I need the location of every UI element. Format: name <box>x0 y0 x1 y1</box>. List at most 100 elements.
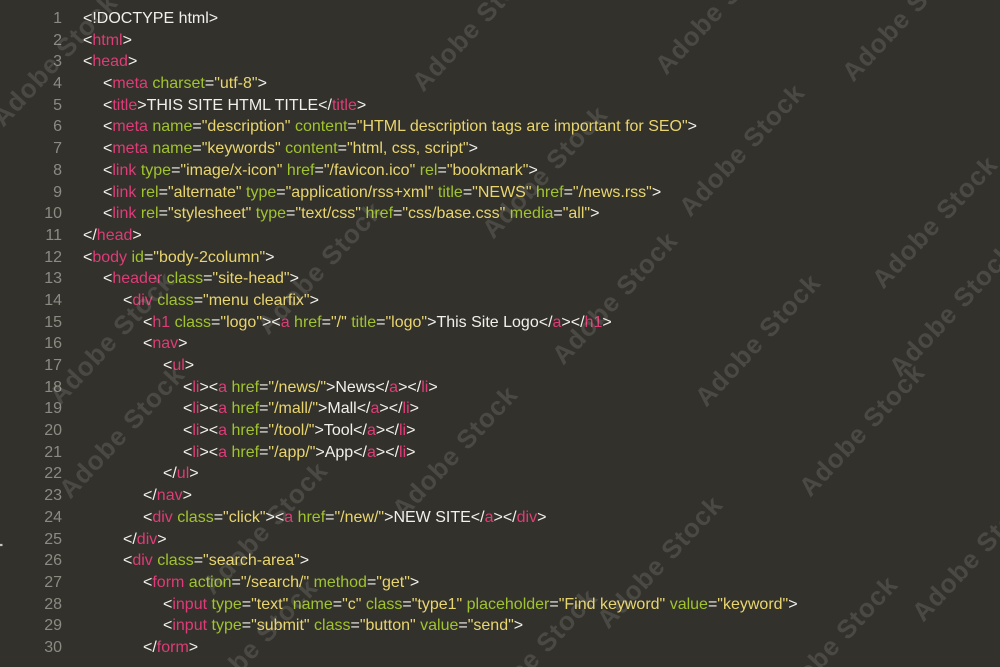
token-plain: = <box>393 205 403 223</box>
code-text: <link rel="alternate" type="application/… <box>62 182 661 204</box>
code-text: <li><a href="/app/">App</a></li> <box>62 442 415 464</box>
line-number: 30 <box>44 638 62 656</box>
token-plain: > <box>409 573 420 591</box>
token-value: "search-area" <box>203 552 300 570</box>
token-value: "alternate" <box>167 183 242 201</box>
code-line: 3 <head> <box>0 51 798 73</box>
code-text: </ul> <box>62 463 199 485</box>
token-plain: > <box>406 422 416 440</box>
code-text: <link rel="stylesheet" type="text/css" h… <box>62 203 599 225</box>
token-plain: > <box>409 400 419 418</box>
code-text: <link type="image/x-icon" href="/favicon… <box>62 160 538 182</box>
token-tag: head <box>92 53 128 71</box>
token-value: "get" <box>376 573 410 591</box>
code-text: <form action="/search/" method="get"> <box>62 572 419 594</box>
code-text: <h1 class="logo"><a href="/" title="logo… <box>62 312 612 334</box>
token-plain: = <box>193 552 204 570</box>
token-value: "c" <box>342 595 362 613</box>
token-tag: a <box>218 422 228 440</box>
token-plain: > <box>528 161 538 179</box>
token-plain: > <box>157 530 167 548</box>
token-plain: > <box>127 53 138 71</box>
token-plain: ></ <box>561 313 585 331</box>
code-line: 21 <li><a href="/app/">App</a></li> <box>0 442 798 464</box>
line-number: 19 <box>44 400 62 418</box>
token-attr: href <box>294 313 322 331</box>
line-number: 10 <box>44 205 62 223</box>
token-attr: rel <box>140 183 159 201</box>
token-plain: </ <box>143 487 157 505</box>
token-plain: < <box>183 400 193 418</box>
token-plain: < <box>83 248 93 266</box>
token-tag: meta <box>112 118 148 136</box>
token-plain: > <box>468 140 478 158</box>
token-attr: value <box>669 595 708 613</box>
token-tag: title <box>112 96 138 114</box>
token-tag: body <box>92 248 128 266</box>
token-value: "/search/" <box>240 573 310 591</box>
code-text: <div class="menu clearfix"> <box>62 290 319 312</box>
line-number: 26 <box>44 552 62 570</box>
token-value: "css/base.css" <box>402 205 506 223</box>
token-value: "/tool/" <box>268 422 315 440</box>
token-plain: = <box>158 183 168 201</box>
token-plain: > <box>188 638 199 656</box>
token-value: "logo" <box>385 313 428 331</box>
code-text: </div> <box>62 529 167 551</box>
token-attr: name <box>292 595 333 613</box>
token-tag: a <box>218 400 228 418</box>
token-attr: content <box>294 118 348 136</box>
token-attr: title <box>437 183 463 201</box>
token-attr: type <box>255 205 287 223</box>
token-plain: < <box>183 443 193 461</box>
token-plain: < <box>103 75 113 93</box>
line-number: 3 <box>53 53 62 71</box>
token-tag: a <box>218 378 228 396</box>
token-plain: > <box>537 508 547 526</box>
token-value: "/favicon.ico" <box>323 161 416 179</box>
token-plain: ></ <box>379 400 403 418</box>
token-plain: > <box>299 552 310 570</box>
token-plain: = <box>553 205 563 223</box>
token-tag: form <box>156 638 189 656</box>
token-plain: = <box>193 291 204 309</box>
token-plain: </ <box>83 226 97 244</box>
code-line: 15 <h1 class="logo"><a href="/" title="lo… <box>0 312 798 334</box>
token-attr: href <box>365 205 394 223</box>
code-text: <li><a href="/tool/">Tool</a></li> <box>62 420 415 442</box>
token-tag: html <box>92 31 123 49</box>
token-attr: action <box>188 573 232 591</box>
token-plain: >This Site Logo</ <box>427 313 553 331</box>
token-value: "Find keyword" <box>558 595 666 613</box>
token-tag: div <box>152 508 173 526</box>
token-plain: >News</ <box>326 378 390 396</box>
watermark-tile: Adobe Stock <box>835 0 974 88</box>
token-plain: < <box>163 595 173 613</box>
token-plain: < <box>83 31 93 49</box>
code-area[interactable]: 1 <!DOCTYPE html> 2 <html> 3 <head> 4 <meta cha… <box>0 8 798 659</box>
token-tag: div <box>132 291 153 309</box>
code-line: 29 <input type="submit" class="button" va… <box>0 615 798 637</box>
token-attr: type <box>246 183 277 201</box>
token-plain: < <box>103 205 113 223</box>
token-plain: > <box>651 183 662 201</box>
token-attr: media <box>509 205 554 223</box>
token-plain: = <box>241 617 252 635</box>
code-text: <li><a href="/news/">News</a></li> <box>62 377 438 399</box>
token-tag: a <box>366 443 376 461</box>
token-plain: >< <box>265 508 285 526</box>
token-tag: title <box>331 96 357 114</box>
token-plain: = <box>347 118 357 136</box>
token-plain: < <box>143 508 153 526</box>
token-plain: >Tool</ <box>314 422 367 440</box>
token-value: "HTML description tags are important for… <box>356 118 688 136</box>
token-value: "logo" <box>220 313 262 331</box>
code-text: <li><a href="/mall/">Mall</a></li> <box>62 398 419 420</box>
token-value: "bookmark" <box>446 161 529 179</box>
line-number: 16 <box>44 335 62 353</box>
token-plain: = <box>402 595 412 613</box>
token-value: "/news.rss" <box>572 183 652 201</box>
token-plain: = <box>276 183 286 201</box>
watermark-tile: Adobe Stock <box>905 482 1000 628</box>
token-attr: placeholder <box>466 595 550 613</box>
